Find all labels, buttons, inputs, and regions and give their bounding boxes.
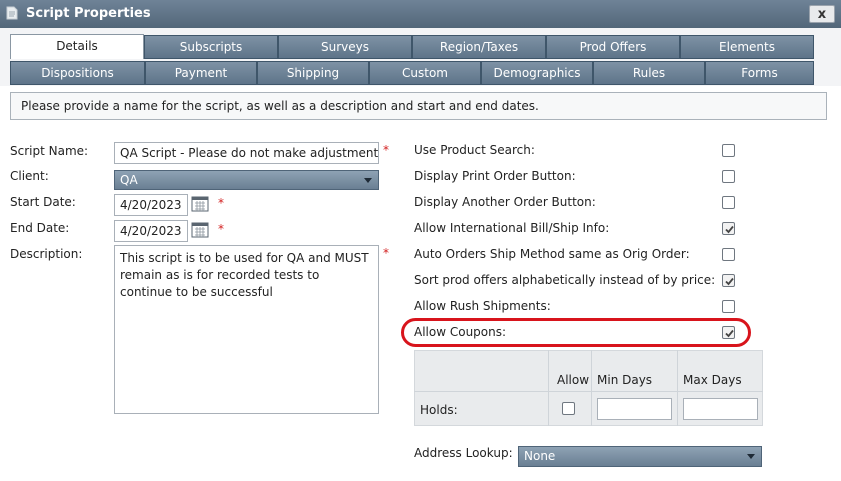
chevron-down-icon [364, 178, 372, 183]
tab-shipping[interactable]: Shipping [257, 61, 369, 85]
calendar-icon[interactable] [191, 222, 209, 238]
holds-row-label: Holds: [420, 403, 458, 417]
close-icon: x [817, 7, 827, 22]
option-label: Display Print Order Button: [414, 169, 576, 183]
use-product-search-checkbox[interactable] [722, 144, 735, 157]
calendar-icon[interactable] [191, 196, 209, 212]
address-lookup-value: None [524, 449, 556, 463]
tab-prod-offers[interactable]: Prod Offers [546, 35, 680, 59]
tab-elements[interactable]: Elements [680, 35, 814, 59]
description-label: Description: [10, 247, 83, 261]
info-text: Please provide a name for the script, as… [21, 99, 539, 113]
tab-dispositions[interactable]: Dispositions [10, 61, 145, 85]
holds-allow-checkbox[interactable] [562, 402, 575, 415]
tab-surveys[interactable]: Surveys [278, 35, 412, 59]
start-date-input[interactable]: 4/20/2023 [114, 194, 188, 216]
grid-divider [677, 350, 678, 426]
window-title: Script Properties [26, 6, 151, 21]
allow-international-checkbox[interactable] [722, 222, 735, 235]
required-marker: * [218, 222, 224, 236]
sort-prod-offers-checkbox[interactable] [722, 274, 735, 287]
display-print-order-checkbox[interactable] [722, 170, 735, 183]
option-label: Display Another Order Button: [414, 195, 596, 209]
title-bar: Script Properties x [0, 0, 841, 28]
script-document-icon [6, 6, 18, 20]
start-date-label: Start Date: [10, 195, 76, 209]
tab-custom[interactable]: Custom [369, 61, 481, 85]
option-label: Sort prod offers alphabetically instead … [414, 273, 716, 287]
checkmark-icon [725, 277, 734, 286]
tab-demographics[interactable]: Demographics [481, 61, 593, 85]
tab-rules[interactable]: Rules [593, 61, 705, 85]
tab-details[interactable]: Details [10, 34, 144, 59]
allow-rush-shipments-checkbox[interactable] [722, 300, 735, 313]
description-textarea[interactable]: This script is to be used for QA and MUS… [114, 245, 379, 414]
address-lookup-dropdown[interactable]: None [518, 446, 762, 467]
end-date-label: End Date: [10, 221, 70, 235]
required-marker: * [218, 196, 224, 210]
option-label: Auto Orders Ship Method same as Orig Ord… [414, 247, 690, 261]
client-dropdown[interactable]: QA [114, 170, 379, 190]
tab-subscripts[interactable]: Subscripts [144, 35, 278, 59]
end-date-input[interactable]: 4/20/2023 [114, 220, 188, 242]
display-another-order-checkbox[interactable] [722, 196, 735, 209]
allow-column-header: Allow [557, 373, 590, 387]
tab-forms[interactable]: Forms [705, 61, 814, 85]
script-name-input[interactable]: QA Script - Please do not make adjustmen… [114, 142, 379, 164]
client-label: Client: [10, 169, 49, 183]
option-label: Allow Rush Shipments: [414, 299, 551, 313]
checkmark-icon [725, 225, 734, 234]
chevron-down-icon [747, 454, 755, 459]
info-message: Please provide a name for the script, as… [10, 92, 827, 120]
option-label: Allow International Bill/Ship Info: [414, 221, 610, 235]
required-marker: * [383, 143, 389, 157]
required-marker: * [383, 246, 389, 260]
address-lookup-label: Address Lookup: [414, 446, 513, 460]
auto-orders-ship-method-checkbox[interactable] [722, 248, 735, 261]
min-days-column-header: Min Days [597, 373, 653, 387]
holds-max-days-input[interactable] [683, 398, 758, 420]
grid-divider [548, 350, 549, 426]
option-label: Use Product Search: [414, 143, 535, 157]
tab-payment[interactable]: Payment [145, 61, 257, 85]
holds-min-days-input[interactable] [597, 398, 672, 420]
tab-region-taxes[interactable]: Region/Taxes [412, 35, 546, 59]
max-days-column-header: Max Days [683, 373, 742, 387]
client-value: QA [120, 173, 138, 187]
grid-divider [414, 391, 763, 392]
grid-divider [591, 350, 592, 426]
close-button[interactable]: x [809, 5, 835, 23]
allow-coupons-highlight [401, 318, 751, 347]
script-name-label: Script Name: [10, 144, 89, 158]
